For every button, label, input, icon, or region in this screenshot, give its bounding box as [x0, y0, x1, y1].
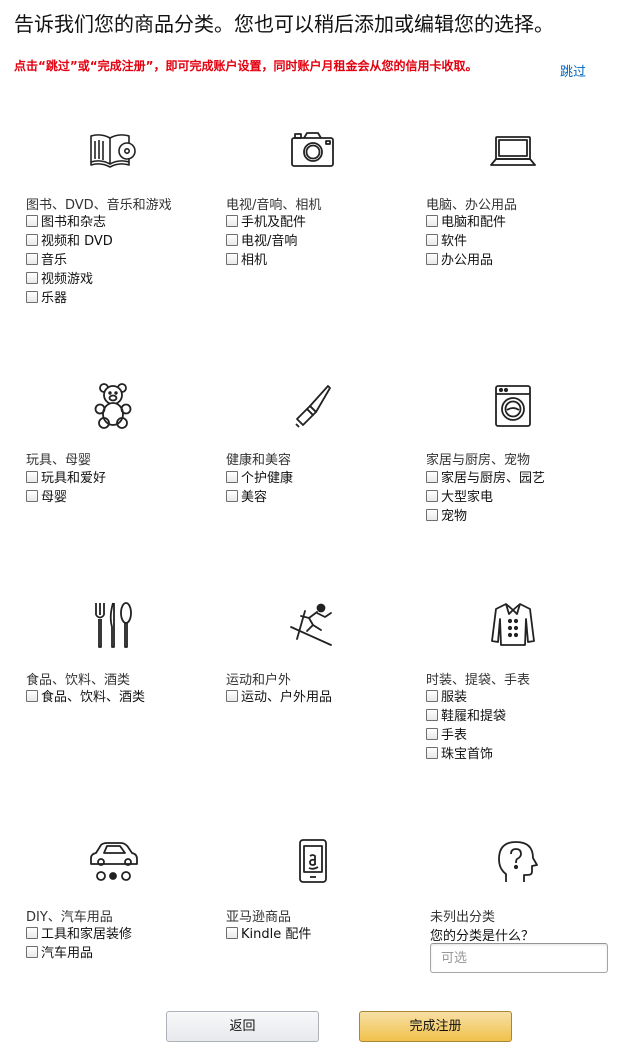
checkbox-home-garden[interactable]: 家居与厨房、园艺 — [426, 467, 545, 486]
checkbox-box[interactable] — [426, 214, 438, 227]
checkbox-box[interactable] — [426, 252, 438, 265]
checkbox-box[interactable] — [226, 489, 238, 502]
checkbox-box[interactable] — [26, 214, 38, 227]
checkbox-box[interactable] — [226, 926, 238, 939]
skip-link[interactable]: 跳过 — [560, 61, 586, 80]
checkbox-kindle-accessories[interactable]: Kindle 配件 — [226, 923, 311, 942]
checkbox-box[interactable] — [26, 489, 38, 502]
checkbox-jewelry[interactable]: 珠宝首饰 — [426, 743, 493, 762]
checkbox-box[interactable] — [26, 470, 38, 483]
checkbox-box[interactable] — [226, 233, 238, 246]
checkbox-box[interactable] — [26, 290, 38, 303]
checkbox-pets[interactable]: 宠物 — [426, 505, 467, 524]
billing-notice: 点击“跳过”或“完成注册”，即可完成账户设置，同时账户月租金会从您的信用卡收取。 — [14, 59, 478, 73]
category-title: 玩具、母婴 — [26, 453, 92, 468]
checkbox-software[interactable]: 软件 — [426, 230, 467, 249]
cutlery-icon — [83, 597, 143, 653]
back-button[interactable]: 返回 — [166, 1011, 319, 1042]
checkbox-tools-home[interactable]: 工具和家居装修 — [26, 923, 132, 942]
lipstick-icon — [283, 377, 343, 433]
checkbox-books-magazines[interactable]: 图书和杂志 — [26, 211, 106, 230]
checkbox-box[interactable] — [226, 689, 238, 702]
jacket-icon — [483, 597, 543, 653]
checkbox-clothing[interactable]: 服装 — [426, 686, 467, 705]
checkbox-box[interactable] — [26, 271, 38, 284]
checkbox-toys-hobbies[interactable]: 玩具和爱好 — [26, 467, 106, 486]
checkbox-music[interactable]: 音乐 — [26, 249, 67, 268]
checkbox-instruments[interactable]: 乐器 — [26, 287, 67, 306]
camera-icon — [283, 122, 343, 178]
checkbox-automotive[interactable]: 汽车用品 — [26, 942, 93, 961]
checkbox-box[interactable] — [426, 727, 438, 740]
checkbox-box[interactable] — [426, 689, 438, 702]
teddy-bear-icon — [83, 377, 143, 433]
checkbox-box[interactable] — [426, 708, 438, 721]
book-cd-icon — [84, 122, 144, 178]
checkbox-phones[interactable]: 手机及配件 — [226, 211, 306, 230]
category-title: 健康和美容 — [226, 453, 292, 468]
category-title: 家居与厨房、宠物 — [426, 453, 531, 468]
kindle-icon — [283, 834, 343, 890]
skier-icon — [283, 597, 343, 653]
washing-machine-icon — [483, 377, 543, 433]
checkbox-box[interactable] — [426, 746, 438, 759]
checkbox-shoes-bags[interactable]: 鞋履和提袋 — [426, 705, 506, 724]
checkbox-box[interactable] — [426, 489, 438, 502]
checkbox-watches[interactable]: 手表 — [426, 724, 467, 743]
checkbox-personal-care[interactable]: 个护健康 — [226, 467, 293, 486]
page-title: 告诉我们您的商品分类。您也可以稍后添加或编辑您的选择。 — [14, 12, 554, 36]
checkbox-box[interactable] — [426, 233, 438, 246]
checkbox-box[interactable] — [226, 214, 238, 227]
checkbox-video-dvd[interactable]: 视频和 DVD — [26, 230, 113, 249]
checkbox-computers-accessories[interactable]: 电脑和配件 — [426, 211, 506, 230]
checkbox-tv-audio[interactable]: 电视/音响 — [226, 230, 297, 249]
checkbox-box[interactable] — [26, 926, 38, 939]
checkbox-box[interactable] — [226, 252, 238, 265]
checkbox-camera[interactable]: 相机 — [226, 249, 267, 268]
question-head-icon — [486, 834, 546, 890]
category-title: 未列出分类 — [430, 910, 496, 925]
complete-registration-button[interactable]: 完成注册 — [359, 1011, 512, 1042]
checkbox-appliances[interactable]: 大型家电 — [426, 486, 493, 505]
checkbox-baby[interactable]: 母婴 — [26, 486, 67, 505]
checkbox-box[interactable] — [226, 470, 238, 483]
checkbox-box[interactable] — [26, 252, 38, 265]
car-icon — [83, 834, 143, 890]
other-category-input[interactable] — [430, 943, 608, 973]
laptop-icon — [483, 122, 543, 178]
checkbox-sports-outdoor[interactable]: 运动、户外用品 — [226, 686, 332, 705]
checkbox-box[interactable] — [26, 945, 38, 958]
checkbox-food-drinks[interactable]: 食品、饮料、酒类 — [26, 686, 145, 705]
checkbox-office[interactable]: 办公用品 — [426, 249, 493, 268]
checkbox-box[interactable] — [26, 233, 38, 246]
checkbox-box[interactable] — [426, 470, 438, 483]
checkbox-beauty[interactable]: 美容 — [226, 486, 267, 505]
other-category-question: 您的分类是什么？ — [430, 929, 535, 944]
checkbox-video-games[interactable]: 视频游戏 — [26, 268, 93, 287]
checkbox-box[interactable] — [426, 508, 438, 521]
checkbox-box[interactable] — [26, 689, 38, 702]
